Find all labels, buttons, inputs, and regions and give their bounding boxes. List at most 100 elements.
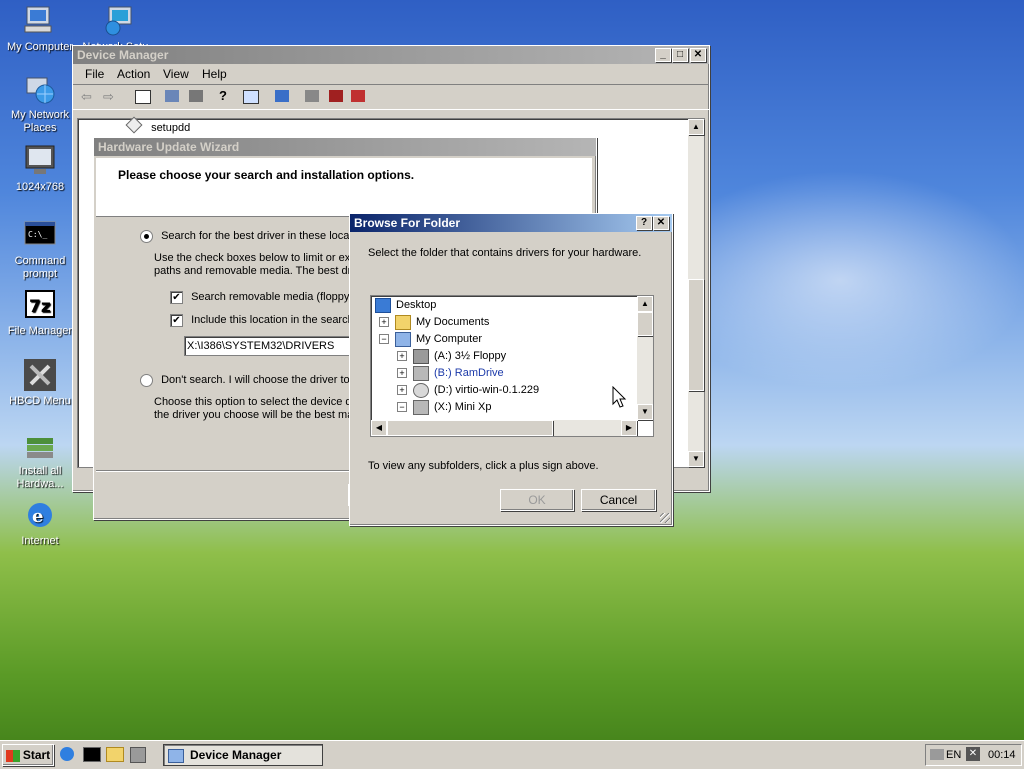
print-icon[interactable]: [189, 90, 203, 102]
tray-tool-icon[interactable]: ✕: [966, 747, 980, 761]
start-label: Start: [22, 748, 51, 762]
scroll-up-icon[interactable]: ▲: [637, 296, 653, 312]
radio-search[interactable]: [140, 230, 153, 243]
radio-dont-search-label: Don't search. I will choose the driver t…: [161, 374, 362, 387]
task-device-manager[interactable]: Device Manager: [163, 744, 323, 766]
tools-icon: [23, 358, 57, 392]
expand-icon[interactable]: +: [397, 351, 407, 362]
svg-text:C:\_: C:\_: [28, 230, 47, 239]
search-description: Use the check boxes below to limit or ex…: [154, 252, 359, 278]
monitor-icon: [23, 144, 57, 178]
radio-dont-search-option[interactable]: Don't search. I will choose the driver t…: [140, 374, 361, 387]
collapse-icon[interactable]: −: [397, 402, 407, 413]
close-button[interactable]: ✕: [653, 216, 669, 230]
tree-label: (A:) 3½ Floppy: [434, 350, 507, 362]
quicklaunch-cmd-icon[interactable]: [83, 747, 101, 762]
tree-item-setupdd[interactable]: setupdd: [125, 116, 190, 136]
tree-item-ramdrive[interactable]: + (B:) RamDrive: [397, 365, 504, 382]
dont-search-description: Choose this option to select the device …: [154, 396, 356, 422]
desktop-icon-network-places[interactable]: My Network Places: [0, 72, 80, 135]
desktop-icon-hbcd-menu[interactable]: HBCD Menu: [0, 358, 80, 408]
desktop-icon-internet[interactable]: e Internet: [0, 498, 80, 548]
properties-icon[interactable]: [165, 90, 179, 102]
close-button[interactable]: ✕: [690, 48, 706, 62]
start-button[interactable]: Start: [2, 744, 54, 766]
radio-search-option[interactable]: Search for the best driver in these loca…: [140, 230, 361, 243]
scroll-thumb[interactable]: [688, 279, 704, 391]
update-driver-icon[interactable]: [305, 90, 319, 102]
minimize-button[interactable]: _: [655, 48, 671, 62]
browse-folder-dialog[interactable]: Browse For Folder ? ✕ Select the folder …: [349, 213, 673, 526]
forward-icon[interactable]: ⇨: [103, 89, 114, 105]
show-hide-tree-icon[interactable]: [135, 90, 151, 104]
checkbox-removable[interactable]: ✔: [170, 291, 183, 304]
tree-item-my-documents[interactable]: + My Documents: [379, 314, 489, 331]
resize-grip[interactable]: [660, 513, 670, 523]
computer-icon: [395, 331, 411, 347]
tree-item-desktop[interactable]: Desktop: [375, 297, 436, 314]
scroll-up-icon[interactable]: ▲: [688, 119, 704, 135]
desktop-icon-file-manager[interactable]: 7z File Manager: [0, 288, 80, 338]
tree-item-floppy[interactable]: + (A:) 3½ Floppy: [397, 348, 506, 365]
svg-text:7z: 7z: [29, 297, 51, 317]
tree-item-my-computer[interactable]: − My Computer: [379, 331, 482, 348]
menu-file[interactable]: File: [85, 64, 104, 84]
view-icon[interactable]: [243, 90, 259, 104]
tree-item-mini-xp[interactable]: − (X:) Mini Xp: [397, 399, 491, 416]
folder-tree[interactable]: Desktop + My Documents − My Computer + (A:)…: [370, 295, 654, 437]
scroll-left-icon[interactable]: ◀: [371, 420, 387, 436]
tree-item-cd-drive[interactable]: + (D:) virtio-win-0.1.229: [397, 382, 539, 399]
taskbar: Start Device Manager EN ✕ 00:14: [0, 740, 1024, 769]
cancel-button[interactable]: Cancel: [581, 489, 656, 511]
checkbox-include[interactable]: ✔: [170, 314, 183, 327]
desktop-icon-resolution[interactable]: 1024x768: [0, 144, 80, 194]
radio-search-label: Search for the best driver in these loca…: [161, 230, 362, 243]
tree-horizontal-scrollbar[interactable]: ◀ ▶: [371, 420, 637, 436]
expand-icon[interactable]: +: [379, 317, 389, 328]
help-button[interactable]: ?: [636, 216, 652, 230]
browse-titlebar[interactable]: Browse For Folder ? ✕: [350, 214, 672, 232]
back-icon[interactable]: ⇦: [81, 89, 92, 105]
expand-icon[interactable]: +: [397, 385, 407, 396]
quicklaunch-folder-icon[interactable]: [106, 747, 124, 762]
tray-drive-icon[interactable]: [930, 749, 944, 760]
expand-icon[interactable]: +: [397, 368, 407, 379]
menu-action[interactable]: Action: [117, 64, 150, 84]
checkbox-include-location[interactable]: ✔ Include this location in the search:: [170, 314, 357, 327]
ok-button[interactable]: OK: [500, 489, 574, 511]
scroll-down-icon[interactable]: ▼: [637, 404, 653, 420]
path-input[interactable]: X:\I386\SYSTEM32\DRIVERS: [184, 336, 358, 356]
scroll-thumb-horizontal[interactable]: [387, 420, 553, 436]
scroll-down-icon[interactable]: ▼: [688, 451, 704, 467]
language-indicator[interactable]: EN: [946, 745, 961, 765]
desktop-icon-command-prompt[interactable]: C:\_ Command prompt: [0, 218, 80, 281]
menu-view[interactable]: View: [163, 64, 189, 84]
checkbox-include-label: Include this location in the search:: [191, 314, 357, 327]
scroll-thumb[interactable]: [637, 312, 653, 336]
uninstall-icon[interactable]: [329, 90, 343, 102]
tree-scrollbar[interactable]: ▲ ▼: [688, 119, 704, 467]
scan-hardware-icon[interactable]: [275, 90, 289, 102]
quicklaunch-drive-icon[interactable]: [130, 747, 146, 763]
mouse-cursor-icon: [612, 386, 627, 408]
wizard-titlebar[interactable]: Hardware Update Wizard: [94, 138, 596, 156]
collapse-icon[interactable]: −: [379, 334, 389, 345]
desktop-icon-label: 1024x768: [15, 181, 65, 193]
svg-text:e: e: [32, 506, 43, 527]
desktop-icon-label: HBCD Menu: [9, 395, 71, 407]
desktop-icon-my-computer[interactable]: My Computer: [0, 4, 80, 54]
quicklaunch-ie-icon[interactable]: [60, 747, 74, 761]
windows-flag-icon: [5, 749, 20, 762]
desktop-icon-install-hardware[interactable]: Install all Hardwa...: [0, 428, 80, 491]
help-icon[interactable]: ?: [219, 88, 227, 103]
network-icon: [103, 4, 137, 38]
radio-dont-search[interactable]: [140, 374, 153, 387]
scroll-right-icon[interactable]: ▶: [621, 420, 637, 436]
disable-icon[interactable]: [351, 90, 365, 102]
tree-vertical-scrollbar[interactable]: ▲ ▼: [637, 296, 653, 420]
task-label: Device Manager: [190, 748, 282, 762]
maximize-button[interactable]: □: [672, 48, 688, 62]
checkbox-removable-media[interactable]: ✔ Search removable media (floppy, C: [170, 291, 363, 304]
device-manager-titlebar[interactable]: Device Manager _ □ ✕: [73, 46, 709, 64]
menu-help[interactable]: Help: [202, 64, 227, 84]
